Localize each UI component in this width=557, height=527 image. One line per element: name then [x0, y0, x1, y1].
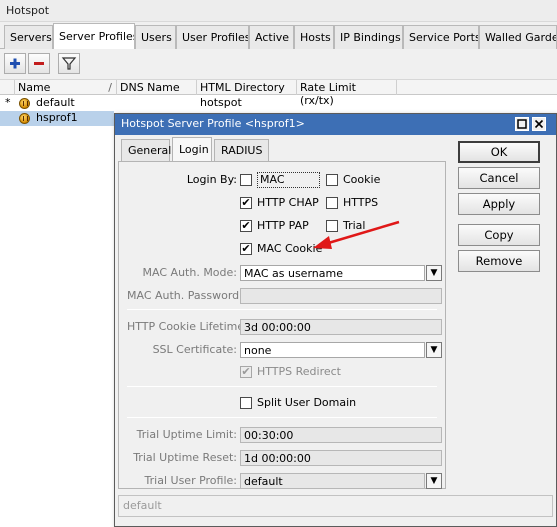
hotspot-profile-icon: [19, 113, 30, 124]
chevron-down-icon[interactable]: ▼: [426, 265, 442, 281]
http-cookie-lifetime-field[interactable]: 3d 00:00:00: [240, 319, 442, 335]
tab-hosts[interactable]: Hosts: [294, 25, 334, 49]
trial-uptime-limit-field[interactable]: 00:30:00: [240, 427, 442, 443]
tab-login[interactable]: Login: [172, 137, 212, 162]
https-redirect-checkbox[interactable]: ✔: [240, 366, 252, 378]
add-button[interactable]: [4, 53, 26, 74]
https-redirect-label: HTTPS Redirect: [257, 365, 341, 378]
remove-button[interactable]: Remove: [458, 250, 540, 272]
tab-servers[interactable]: Servers: [4, 25, 53, 49]
trial-uptime-limit-label: Trial Uptime Limit:: [136, 428, 237, 441]
mac-auth-mode-label: MAC Auth. Mode:: [142, 266, 237, 279]
tab-server-profiles[interactable]: Server Profiles: [53, 23, 135, 50]
ssl-certificate-label: SSL Certificate:: [152, 343, 237, 356]
ssl-certificate-select[interactable]: none: [240, 342, 425, 358]
row-html-directory: hotspot: [200, 96, 242, 109]
chevron-down-icon[interactable]: ▼: [426, 342, 442, 358]
mac-checkbox[interactable]: [240, 174, 252, 186]
window-title: Hotspot: [0, 0, 557, 22]
row-name: hsprof1: [36, 111, 78, 124]
filter-button[interactable]: [58, 53, 80, 74]
http-pap-checkbox[interactable]: ✔: [240, 220, 252, 232]
table-row[interactable]: * default hotspot: [0, 96, 557, 111]
hotspot-profile-icon: [19, 98, 30, 109]
toolbar: [0, 49, 557, 79]
mac-label: MAC: [257, 172, 320, 188]
red-arrow-annotation: [313, 220, 400, 249]
login-tab-panel: Login By: MAC Cookie ✔ HTTP CHAP HTTPS ✔…: [118, 161, 446, 489]
split-user-domain-checkbox[interactable]: [240, 397, 252, 409]
divider: [127, 386, 437, 387]
column-html-directory[interactable]: HTML Directory: [197, 80, 297, 95]
plus-icon: [10, 58, 20, 69]
row-name: default: [36, 96, 75, 109]
tab-users[interactable]: Users: [135, 25, 176, 49]
cancel-button[interactable]: Cancel: [458, 167, 540, 189]
tab-user-profiles[interactable]: User Profiles: [176, 25, 249, 49]
mac-auth-password-label: MAC Auth. Password:: [127, 289, 243, 302]
chevron-down-icon[interactable]: ▼: [426, 473, 442, 489]
split-user-domain-label: Split User Domain: [257, 396, 357, 409]
http-chap-label: HTTP CHAP: [257, 196, 319, 209]
column-dns-name[interactable]: DNS Name: [117, 80, 197, 95]
trial-uptime-reset-label: Trial Uptime Reset:: [133, 451, 237, 464]
tab-active[interactable]: Active: [249, 25, 294, 49]
tab-walled-garden[interactable]: Walled Garden: [479, 25, 557, 49]
column-name[interactable]: Name /: [15, 80, 117, 95]
column-rate-limit[interactable]: Rate Limit (rx/tx): [297, 80, 397, 107]
table-row-selected[interactable]: hsprof1: [0, 111, 114, 126]
tab-general[interactable]: General: [121, 139, 171, 161]
server-profile-dialog: Hotspot Server Profile <hsprof1> General…: [114, 113, 557, 527]
maximize-button[interactable]: [515, 117, 529, 131]
trial-uptime-reset-field[interactable]: 1d 00:00:00: [240, 450, 442, 466]
cookie-label: Cookie: [343, 173, 381, 186]
list-header: Name / DNS Name HTML Directory Rate Limi…: [0, 79, 557, 107]
dialog-title: Hotspot Server Profile <hsprof1>: [115, 114, 556, 135]
ok-button[interactable]: OK: [458, 141, 540, 163]
maximize-icon: [517, 119, 527, 129]
divider: [127, 309, 437, 310]
tab-radius[interactable]: RADIUS: [214, 139, 269, 161]
minus-icon: [34, 62, 44, 65]
funnel-icon: [61, 57, 77, 70]
divider: [127, 417, 437, 418]
http-cookie-lifetime-label: HTTP Cookie Lifetime:: [127, 320, 248, 333]
mac-auth-password-field[interactable]: [240, 288, 442, 304]
tab-service-ports[interactable]: Service Ports: [403, 25, 479, 49]
mac-auth-mode-select[interactable]: MAC as username: [240, 265, 425, 281]
cookie-checkbox[interactable]: [326, 174, 338, 186]
close-icon: [534, 119, 544, 129]
dialog-status-bar: default: [118, 495, 553, 517]
tab-ip-bindings[interactable]: IP Bindings: [334, 25, 403, 49]
login-by-label: Login By:: [186, 173, 237, 186]
remove-button[interactable]: [28, 53, 50, 74]
copy-button[interactable]: Copy: [458, 224, 540, 246]
default-marker: *: [5, 96, 11, 109]
main-tabs: Servers Server Profiles Users User Profi…: [0, 22, 557, 50]
https-checkbox[interactable]: [326, 197, 338, 209]
close-button[interactable]: [532, 117, 546, 131]
sort-icon: /: [108, 81, 112, 94]
https-label: HTTPS: [343, 196, 379, 209]
trial-user-profile-label: Trial User Profile:: [144, 474, 237, 487]
trial-user-profile-select[interactable]: default: [240, 473, 425, 489]
mac-cookie-checkbox[interactable]: ✔: [240, 243, 252, 255]
http-chap-checkbox[interactable]: ✔: [240, 197, 252, 209]
http-pap-label: HTTP PAP: [257, 219, 309, 232]
apply-button[interactable]: Apply: [458, 193, 540, 215]
